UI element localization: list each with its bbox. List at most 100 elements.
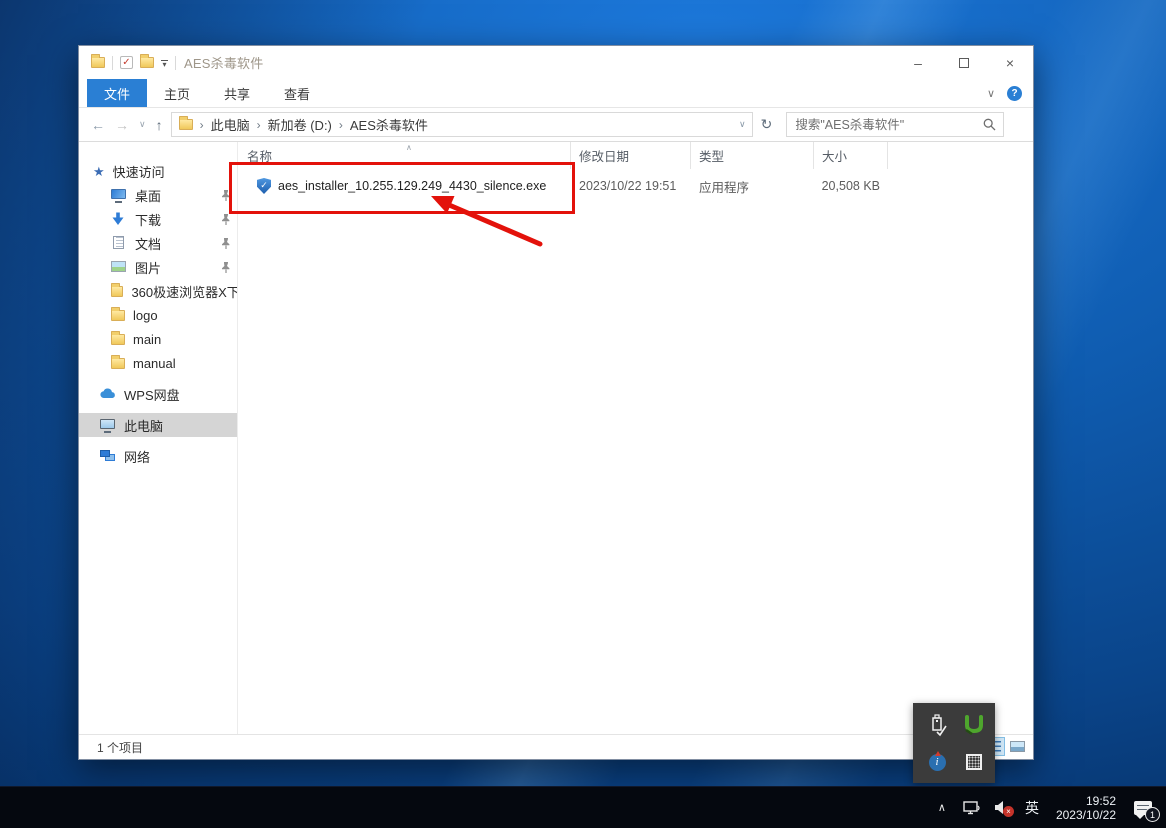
tab-share[interactable]: 共享 — [207, 79, 267, 107]
file-size: 20,508 KB — [821, 179, 880, 193]
sidebar-item-folder-logo[interactable]: logo — [79, 303, 237, 327]
column-header-type[interactable]: 类型 — [691, 142, 814, 169]
ribbon-tab-row: 文件 主页 共享 查看 ∨ ? — [79, 79, 1033, 108]
sidebar-item-downloads[interactable]: 下载 — [79, 207, 237, 231]
tray-overflow-popup: i — [913, 703, 995, 783]
file-type: 应用程序 — [699, 180, 750, 195]
desktop-icon — [111, 188, 127, 203]
window-title: AES杀毒软件 — [184, 56, 264, 71]
file-modified: 2023/10/22 19:51 — [579, 179, 677, 193]
ime-indicator[interactable]: 英 — [1020, 787, 1044, 828]
thumbnail-view-button[interactable] — [1007, 737, 1028, 756]
pin-icon — [222, 214, 230, 225]
quick-access-toolbar: ✓ ▾ — [91, 54, 176, 70]
recent-locations-icon[interactable]: ∨ — [139, 119, 146, 130]
help-icon[interactable]: ? — [1007, 85, 1022, 101]
breadcrumb-drive-d[interactable]: 新加卷 (D:) — [268, 115, 332, 134]
search-icon[interactable] — [983, 118, 996, 131]
breadcrumb-current-folder[interactable]: AES杀毒软件 — [350, 115, 428, 134]
hidden-icons-chevron[interactable]: ∧ — [930, 787, 954, 828]
clock-time: 19:52 — [1085, 793, 1116, 808]
address-dropdown-icon[interactable]: ∨ — [739, 119, 746, 130]
sidebar-item-pictures[interactable]: 图片 — [79, 255, 237, 279]
star-icon: ★ — [93, 163, 105, 179]
ribbon-expand-icon[interactable]: ∨ — [987, 87, 995, 100]
sidebar-item-this-pc[interactable]: 此电脑 — [79, 413, 237, 437]
sidebar-item-folder-360[interactable]: 360极速浏览器X下载 — [79, 279, 237, 303]
tab-home[interactable]: 主页 — [147, 79, 207, 107]
sort-ascending-icon: ∧ — [406, 143, 412, 152]
grid-tray-icon[interactable] — [963, 750, 985, 774]
antivirus-u-icon[interactable] — [963, 713, 985, 737]
breadcrumb-this-pc[interactable]: 此电脑 — [211, 115, 250, 134]
refresh-icon[interactable]: ↻ — [761, 116, 773, 133]
taskbar-clock[interactable]: 19:52 2023/10/22 — [1050, 794, 1122, 822]
maximize-button[interactable] — [941, 46, 987, 79]
sidebar-item-network[interactable]: 网络 — [79, 444, 237, 468]
close-button[interactable]: × — [987, 46, 1033, 79]
folder-icon — [111, 330, 125, 345]
sidebar-item-folder-manual[interactable]: manual — [79, 351, 237, 375]
folder-icon — [111, 354, 125, 369]
clock-date: 2023/10/22 — [1055, 807, 1116, 822]
minimize-button[interactable]: – — [895, 46, 941, 79]
file-row[interactable]: ✓ aes_installer_10.255.129.249_4430_sile… — [239, 172, 1033, 200]
sidebar-item-desktop[interactable]: 桌面 — [79, 183, 237, 207]
address-bar-row: ← → ∨ ↑ › 此电脑 › 新加卷 (D:) › AES杀毒软件 ∨ ↻ — [79, 108, 1033, 142]
sidebar-item-documents[interactable]: 文档 — [79, 231, 237, 255]
usb-eject-icon[interactable] — [926, 713, 948, 737]
new-folder-icon[interactable] — [140, 54, 154, 68]
pin-icon — [222, 238, 230, 249]
customize-qat-dropdown-icon[interactable]: ▾ — [161, 58, 168, 69]
divider — [175, 55, 176, 70]
cloud-icon — [100, 387, 116, 401]
up-button[interactable]: ↑ — [156, 117, 163, 133]
search-input[interactable] — [787, 117, 984, 132]
address-box[interactable]: › 此电脑 › 新加卷 (D:) › AES杀毒软件 ∨ — [170, 112, 753, 137]
breadcrumb-separator: › — [199, 117, 204, 132]
file-list-pane: 名称 ∧ 修改日期 类型 大小 ✓ aes_installer_10.255.1… — [239, 142, 1033, 734]
window-folder-icon — [91, 54, 105, 68]
notification-center-button[interactable]: 1 — [1128, 787, 1160, 828]
properties-check-icon[interactable]: ✓ — [120, 56, 133, 69]
notification-badge: 1 — [1145, 807, 1160, 822]
volume-muted-icon[interactable]: × — [990, 787, 1014, 828]
divider — [112, 55, 113, 70]
column-header-modified[interactable]: 修改日期 — [571, 142, 691, 169]
breadcrumb-separator: › — [256, 117, 261, 132]
system-tray: ∧ × 英 19:52 2023/10/22 1 — [930, 787, 1166, 828]
sidebar-item-quick-access[interactable]: ★ 快速访问 — [79, 159, 237, 183]
network-icon — [100, 449, 116, 463]
info-tray-icon[interactable]: i — [926, 750, 948, 774]
thumbnail-view-icon — [1010, 741, 1025, 752]
tab-view[interactable]: 查看 — [267, 79, 327, 107]
search-box — [786, 112, 1005, 137]
address-folder-icon — [178, 116, 193, 130]
shield-check-icon: ✓ — [257, 178, 271, 194]
sidebar-item-folder-main[interactable]: main — [79, 327, 237, 351]
maximize-icon — [959, 57, 969, 68]
folder-icon — [111, 282, 124, 297]
tab-file[interactable]: 文件 — [87, 79, 148, 107]
breadcrumb-separator: › — [338, 117, 343, 132]
pin-icon — [222, 262, 230, 273]
computer-icon — [100, 418, 116, 433]
sidebar-item-wps-cloud[interactable]: WPS网盘 — [79, 382, 237, 406]
forward-button[interactable]: → — [115, 117, 129, 133]
title-bar: ✓ ▾ AES杀毒软件 – × — [79, 46, 1033, 79]
navigation-pane: ★ 快速访问 桌面 下载 文档 图片 360极速浏览器X下载 — [79, 142, 238, 734]
pictures-icon — [111, 260, 127, 274]
status-bar: 1 个项目 — [79, 734, 1033, 759]
explorer-window: ✓ ▾ AES杀毒软件 – × 文件 主页 共享 查看 ∨ ? ← → ∨ ↑ — [78, 45, 1034, 760]
mute-badge-icon: × — [1002, 806, 1014, 817]
back-button[interactable]: ← — [91, 117, 105, 133]
column-header-size[interactable]: 大小 — [814, 142, 888, 169]
column-header-row: 名称 ∧ 修改日期 类型 大小 — [239, 142, 1033, 169]
folder-icon — [111, 306, 125, 321]
taskbar: ∧ × 英 19:52 2023/10/22 1 — [0, 786, 1166, 828]
network-tray-icon[interactable] — [960, 787, 984, 828]
file-name: aes_installer_10.255.129.249_4430_silenc… — [278, 179, 547, 193]
column-header-name[interactable]: 名称 ∧ — [239, 142, 571, 169]
pin-icon — [222, 190, 230, 201]
download-icon — [111, 212, 127, 226]
